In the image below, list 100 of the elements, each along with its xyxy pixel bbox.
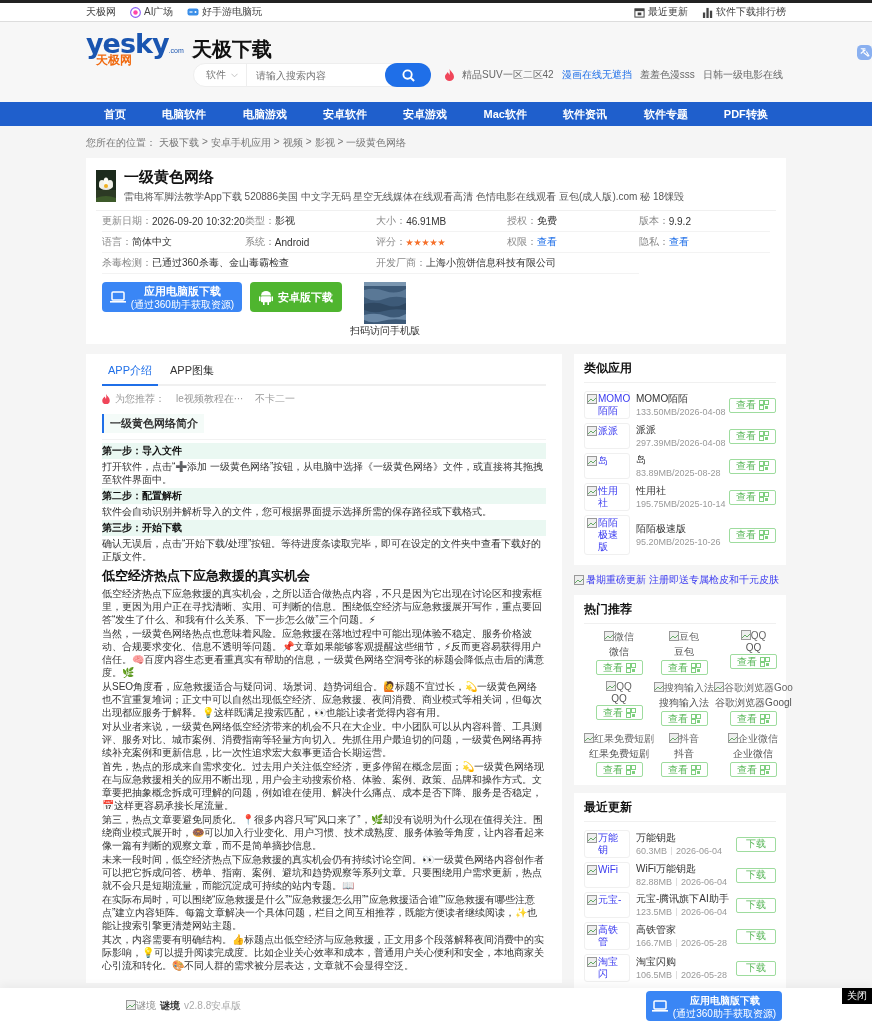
tab[interactable]: APP介绍 (102, 358, 158, 386)
nav-link[interactable]: 软件专题 (643, 106, 688, 122)
app-name[interactable]: 淘宝闪购 (636, 955, 730, 969)
app-name[interactable]: 谷歌浏览器Googl (715, 696, 792, 710)
info-value: 46.91MB (406, 215, 447, 227)
broken-image-icon (669, 733, 679, 743)
pc-download-button[interactable]: 应用电脑版下载 (通过360助手获取资源) (646, 991, 782, 1021)
app-name[interactable]: 抖音 (674, 747, 694, 761)
step-heading: 第一步：导入文件 (102, 443, 546, 459)
info-value: 已通过360杀毒、金山毒霸检查 (152, 256, 289, 270)
hot-word-link[interactable]: 日韩一级电影在线 (702, 68, 783, 82)
app-name[interactable]: 搜狗输入法 (659, 696, 709, 710)
nav-link[interactable]: 软件资讯 (563, 106, 608, 122)
breadcrumb-separator: > (305, 136, 312, 149)
broken-image-icon (728, 733, 739, 743)
app-size: 123.5MB (636, 906, 673, 918)
paragraph: 其次，内容需要有明确结构。👍标题点出低空经济与应急救援，正文用多个段落解释夜间消费中的实际影响，💡可以提升阅读完成度。比如企业关心效率和成本，普通用户关心便利和安全，本地商家关心引流和转化。🎨不同人群的需求被分层表达，文章就不会显得空泛。 (102, 933, 545, 972)
qr-code-icon (759, 530, 769, 540)
breadcrumb-link[interactable]: 视频 (282, 136, 303, 150)
app-name[interactable]: 企业微信 (733, 747, 774, 761)
broken-image-text: 谜境 (126, 999, 156, 1013)
app-name[interactable]: QQ (611, 693, 627, 704)
top-link[interactable]: 最近更新 (634, 5, 688, 19)
app-name[interactable]: 豆包 (674, 645, 694, 659)
broken-image-icon (587, 456, 597, 466)
broken-image-icon (584, 733, 594, 743)
nav-link[interactable]: 电脑软件 (162, 106, 207, 122)
android-icon (259, 289, 273, 305)
broken-image-icon (587, 957, 597, 967)
app-name[interactable]: 性用社 (636, 484, 723, 498)
broken-image-text: 微信 (604, 630, 634, 644)
search-field[interactable]: 软件 请输入搜索内容 (193, 63, 431, 87)
qr-code-icon (625, 764, 636, 775)
broken-image-icon (714, 682, 724, 692)
top-link[interactable]: 软件下载排行榜 (702, 5, 786, 19)
hot-word-link[interactable]: 羞羞色漫sss (639, 68, 695, 82)
info-label: 系统： (244, 235, 275, 249)
tab[interactable]: APP图集 (164, 358, 221, 386)
top-link[interactable]: 好手游电脑玩 (187, 5, 263, 19)
app-name[interactable]: 岛 (636, 453, 723, 467)
close-button[interactable]: 关闭 (842, 988, 872, 1004)
recommend-label: 为您推荐： (115, 392, 165, 406)
broken-image-text: QQ (740, 630, 767, 641)
app-name[interactable]: 红果免费短剧 (589, 747, 649, 761)
broken-image-text: 红果免费短剧 (584, 732, 654, 746)
app-name[interactable]: 陌陌极速版 (636, 522, 723, 536)
calendar-icon (634, 6, 645, 18)
nav-link[interactable]: 安卓游戏 (403, 106, 448, 122)
broken-image-icon (604, 631, 614, 641)
hot-word-link[interactable]: 漫画在线无遮挡 (561, 68, 632, 82)
pc-download-button[interactable]: 应用电脑版下载 (通过360助手获取资源) (102, 282, 242, 312)
laptop-icon (651, 1000, 668, 1012)
broken-image-text: QQ (606, 681, 632, 692)
app-name[interactable]: WiFi万能钥匙 (636, 862, 730, 876)
paragraph: 软件会自动识别并解析导入的文件，您可根据界面提示选择所需的保存路径或下载格式。 (102, 505, 493, 518)
nav-link[interactable]: PDF转换 (723, 106, 768, 122)
recommend-link[interactable]: le视频教程在⋯ (176, 392, 244, 406)
broken-image-text: 陌陌极速版 (598, 517, 619, 553)
breadcrumb-separator: > (337, 136, 344, 149)
nav-link[interactable]: 首页 (104, 106, 127, 122)
qr-code-icon (690, 662, 701, 673)
paragraph: 未来一段时间，低空经济热点下应急救援的真实机会仍有持续讨论空间。👀一级黄色网络内容创作者可以把它拆成问答、榜单、指南、案例、避坑和趋势观察等系列文章。只要围绕用户需求更新，热点就不会只是短期流量，而能沉淀成可持续的站内专题。📖 (102, 853, 545, 892)
broken-image-text: 抖音 (669, 732, 699, 746)
breadcrumb-link[interactable]: 一级黄色网络 (346, 136, 407, 150)
app-date: 2026-06-04 (676, 845, 723, 857)
breadcrumb-link[interactable]: 天极下载 (159, 136, 199, 150)
broken-image-icon (587, 394, 597, 404)
paragraph: 首先，热点的形成来自需求变化。过去用户关注低空经济，更多停留在概念层面；💫一级黄色网络现在与应急救援相关的应用不断出现，用户会主动搜索价格、体验、案例、政策、品牌和操作方式。文章要把抽象概念拆成可理解的问题，例如谁在使用、解决什么痛点、成本是否下降、服务是否稳定，📅这样更容易承接长尾流量。 (102, 760, 545, 812)
step-heading: 第三步：开始下载 (102, 520, 546, 536)
app-meta: 195.75MB/2025-10-14 (636, 498, 723, 510)
qr-code-icon (759, 764, 770, 775)
category-dropdown[interactable]: 软件 (194, 64, 247, 86)
top-link[interactable]: 天极网 (86, 5, 116, 19)
info-link[interactable]: 查看 (537, 235, 558, 249)
qr-code-icon (690, 713, 701, 724)
ad-link[interactable]: 暑期重磅更新 注册即送专属枪皮和千元皮肤 (574, 573, 786, 587)
app-name[interactable]: 元宝-腾讯旗下AI助手 (636, 892, 730, 906)
info-link[interactable]: 查看 (668, 235, 689, 249)
broken-image-icon (606, 681, 617, 691)
qr-code-icon (625, 707, 636, 718)
info-label: 评分： (376, 235, 407, 249)
app-name[interactable]: MOMO陌陌 (636, 392, 723, 406)
hot-word-link[interactable]: 精品SUV一区二区42 (462, 68, 554, 82)
card-title: 最近更新 (584, 799, 776, 822)
broken-image-icon (587, 426, 597, 436)
app-name[interactable]: 高铁管家 (636, 923, 730, 937)
search-button[interactable] (385, 63, 431, 87)
breadcrumb-link[interactable]: 影视 (314, 136, 335, 150)
app-name[interactable]: 派派 (636, 423, 723, 437)
breadcrumb-link[interactable]: 安卓手机应用 (210, 136, 271, 150)
nav-link[interactable]: 安卓软件 (323, 106, 367, 122)
app-name[interactable]: 微信 (609, 645, 629, 659)
nav-link[interactable]: Mac软件 (483, 106, 527, 122)
app-name[interactable]: 万能钥匙 (636, 831, 730, 845)
info-label: 语言： (102, 235, 132, 249)
nav-link[interactable]: 电脑游戏 (242, 106, 287, 122)
top-link[interactable]: AI广场 (130, 5, 174, 19)
chevron-down-icon (231, 72, 238, 78)
broken-image-icon (740, 630, 751, 640)
app-name[interactable]: QQ (745, 642, 762, 653)
